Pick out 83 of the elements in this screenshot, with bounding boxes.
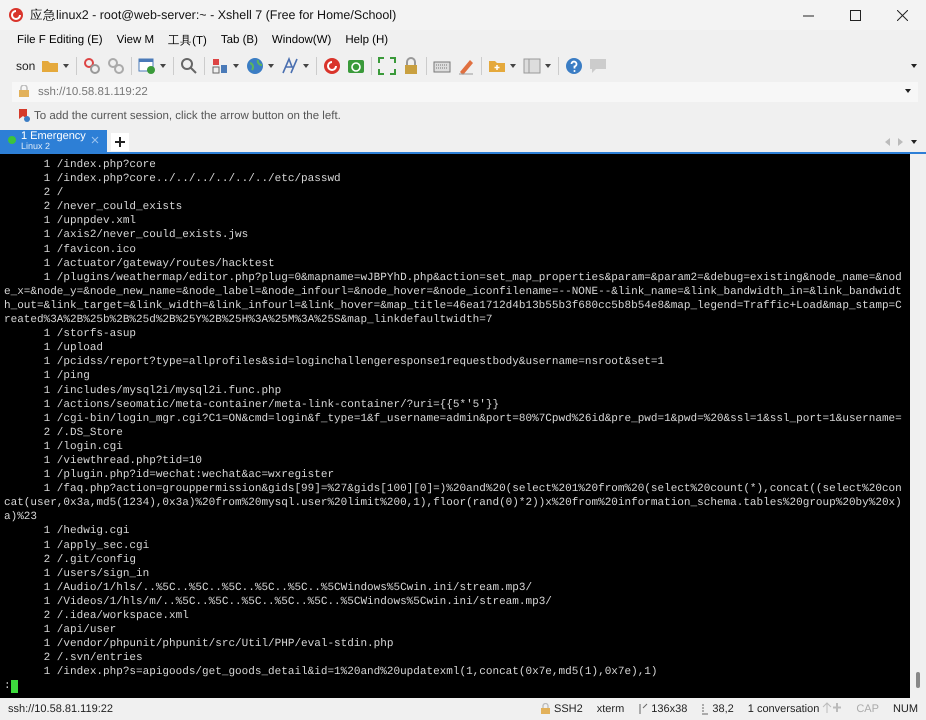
font-icon[interactable] [281, 57, 300, 75]
terminal-line: 1 /upnpdev.xml [42, 214, 138, 228]
terminal-line: 2 /.DS_Store [42, 426, 124, 440]
caret-icon[interactable] [302, 62, 310, 70]
key-indicator: CAP [856, 703, 879, 715]
resize-icon [638, 703, 648, 715]
window-title: 应急linux2 - root@web-server:~ - Xshell 7 (Free for Home/School) [30, 6, 398, 24]
terminal-prompt: : [4, 679, 11, 694]
terminal-line: 1 /index.php?core../../../../../../etc/passwd [42, 172, 342, 186]
caret-icon[interactable] [232, 62, 240, 70]
terminal-line: 1 /cgi-bin/login_mgr.cgi?C1=ON&cmd=login&f_type=1&f_username=admin&port=80%7Cpwd%26id&pre_pwd=1&pwd=%20&ssl=1&ssl_port=1&username= [42, 412, 902, 426]
terminal-line: 1 /plugin.php?id=wechat:wechat&ac=wxregister [42, 468, 336, 482]
lock-icon [540, 703, 551, 715]
terminal-line: 1 /login.cgi [42, 440, 124, 454]
terminal-line: 2 /.git/config [42, 552, 138, 567]
caret-icon[interactable] [267, 62, 276, 70]
pen-icon[interactable] [457, 57, 476, 75]
bookmark-arrow-icon[interactable] [18, 108, 30, 122]
cursor [10, 680, 18, 694]
terminal-line: 1 /ping [42, 369, 91, 384]
more-caret-icon[interactable] [910, 62, 918, 70]
terminal-line: 1 /actuator/gateway/routes/hacktest [42, 256, 276, 271]
terminal-line: 2 /.svn/entries [42, 651, 144, 666]
tab-label: 1 Emergency [21, 131, 86, 141]
terminal-line: 1 /faq.php?action=grouppermission&gids[99]=%27&gids[100][0]=)%20and%20(select%201%20from%20(select%20count(*),concat((select%20concat(user,0x3a,md5(1234),0x3a)%20from%20mysql.user%20limit%200,1),floor(rand(0)*2))x%20from%20information_schema.tables%20group%20by%20x)a)%23 [4, 482, 902, 524]
terminal-line: 1 /index.php?core [42, 158, 157, 172]
terminal-line: 1 /Videos/1/hls/m/..%5C..%5C..%5C..%5C..%5C..%5CWindows%5Cwin.ini/stream.mp3/ [42, 594, 553, 609]
terminal-line: 1 /apply_sec.cgi [42, 538, 150, 553]
fullscreen-icon[interactable] [378, 57, 396, 75]
key-indicator: NUM [892, 703, 918, 715]
terminal-line: 2 / [42, 186, 64, 200]
menu-item[interactable]: Tab (B) [216, 32, 263, 48]
caret-icon[interactable] [910, 138, 918, 146]
terminal-line: 1 /storfs-asup [42, 327, 138, 342]
lock-icon [18, 84, 30, 96]
terminal-line: 1 /actions/seomatic/meta-container/meta-link-container/?uri={{5*'5'}} [42, 398, 500, 412]
terminal-line: 1 /Audio/1/hls/..%5C..%5C..%5C..%5C..%5C..%5CWindows%5Cwin.ini/stream.mp3/ [42, 580, 534, 595]
menu-item[interactable]: Help (H) [340, 32, 394, 48]
status-address: ssh://10.58.81.119:22 [8, 703, 113, 715]
conversation-count: 1 conversation [748, 703, 820, 715]
info-text: To add the current session, click the arrow button on the left. [34, 110, 341, 122]
session-label[interactable]: son [16, 59, 36, 73]
terminal-line: 1 /hedwig.cgi [42, 524, 130, 539]
cursor-position-icon [701, 703, 710, 715]
plus-icon [114, 137, 125, 147]
caret-icon[interactable] [62, 62, 70, 70]
caret-icon[interactable] [509, 62, 518, 70]
scrollbar[interactable] [910, 154, 926, 698]
menu-item[interactable]: View M [112, 32, 160, 48]
terminal-line: 1 /viewthread.php?tid=10 [42, 454, 204, 468]
dropdown-caret-icon[interactable] [904, 87, 912, 95]
terminal-line: 1 /pcidss/report?type=allprofiles&sid=loginchallengeresponse1requestbody&username=nsroot&set=1 [42, 355, 666, 370]
caret-icon[interactable] [159, 62, 168, 70]
terminal-line: 2 /never_could_exists [42, 200, 184, 214]
status-dot-icon [8, 136, 16, 144]
terminal-line: 1 /axis2/never_could_exists.jws [42, 228, 250, 243]
terminal-line: 1 /includes/mysql2i/mysql2i.func.php [42, 384, 282, 398]
terminal-line: 2 /.idea/workspace.xml [42, 609, 190, 624]
tab-subtitle: Linux 2 [21, 141, 50, 151]
cursor-position-label: 38,2 [712, 703, 734, 715]
menu-item[interactable]: File F Editing (E) [12, 32, 108, 48]
app-logo-icon [8, 7, 24, 23]
terminal-line: 1 /users/sign_in [42, 566, 150, 581]
menu-item[interactable]: Window(W) [266, 32, 336, 48]
address-field[interactable]: ssh://10.58.81.119:22 [12, 82, 918, 102]
terminal-line: 1 /index.php?s=apigoods/get_goods_detail&id=1%20and%20updatexml(1,concat(0x7e,md5(1),0x7e),1) [42, 665, 659, 680]
terminal-line: 1 /plugins/weathermap/editor.php?plug=0&mapname=wJBPYhD.php&action=set_map_properties&param=&param2=&debug=existing&node_name=&node_x=&node_y=&node_new_name=&node_label=&node_infourl=&node_hover=&node_iconfilename=--NONE--&link_name=&link_bandwidth_in=&link_bandwidth_out=&link_target=&link_width=&link_infourl=&link_hover=&map_title=46ea1712d4b13b55b3f680cc5b8b54e8&map_legend=Traffic+Load&map_stamp=Created%3A%2B%25b%2B%25d%2B%25Y%2B%25H%3A%25M%3A%25S&map_linkdefaultwidth=7 [4, 270, 902, 328]
terminal-line: 1 /upload [42, 341, 104, 356]
add-tab-button[interactable] [110, 133, 129, 151]
terminal-type-label: xterm [596, 703, 624, 715]
layout-icon[interactable] [211, 57, 230, 75]
size-label: 136x38 [651, 703, 688, 715]
link-icon[interactable] [83, 57, 102, 75]
caret-icon[interactable] [544, 62, 552, 70]
protocol-label: SSH2 [554, 703, 583, 715]
session-tab[interactable]: 1 Emergency Linux 2 [0, 130, 107, 152]
terminal-line: 1 /api/user [42, 623, 118, 638]
search-icon[interactable] [180, 57, 198, 75]
terminal-line: 1 /favicon.ico [42, 242, 138, 257]
help-icon[interactable] [565, 57, 584, 75]
menu-item[interactable]: 工具(T) [163, 30, 212, 50]
globe-icon[interactable] [246, 57, 264, 75]
terminal-line: 1 /vendor/phpunit/phpunit/src/Util/PHP/eval-stdin.php [42, 637, 394, 652]
